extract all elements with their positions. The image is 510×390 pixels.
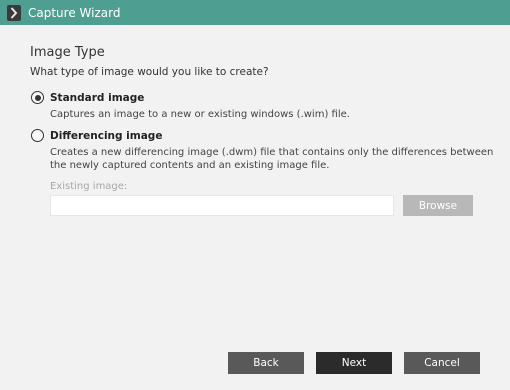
existing-image-label: Existing image: xyxy=(50,181,128,192)
back-button[interactable]: Back xyxy=(228,352,304,374)
page-title: Image Type xyxy=(30,45,105,60)
cancel-button[interactable]: Cancel xyxy=(404,352,480,374)
chevron-right-icon xyxy=(7,4,21,21)
standard-image-description: Captures an image to a new or existing w… xyxy=(50,109,350,120)
standard-image-radio[interactable] xyxy=(31,91,44,104)
browse-button[interactable]: Browse xyxy=(403,195,473,216)
differencing-image-radio[interactable] xyxy=(31,129,44,142)
differencing-image-description-line-1: Creates a new differencing image (.dwm) … xyxy=(50,147,494,158)
page-subtitle: What type of image would you like to cre… xyxy=(30,66,269,78)
differencing-image-label[interactable]: Differencing image xyxy=(50,130,162,142)
differencing-image-description-line-2: the newly captured contents and an exist… xyxy=(50,160,330,171)
existing-image-field[interactable] xyxy=(50,195,394,216)
capture-wizard-window: Capture Wizard Image Type What type of i… xyxy=(0,0,510,390)
next-button[interactable]: Next xyxy=(316,352,392,374)
window-title: Capture Wizard xyxy=(28,5,121,20)
standard-image-label[interactable]: Standard image xyxy=(50,92,144,104)
title-bar: Capture Wizard xyxy=(0,0,510,25)
